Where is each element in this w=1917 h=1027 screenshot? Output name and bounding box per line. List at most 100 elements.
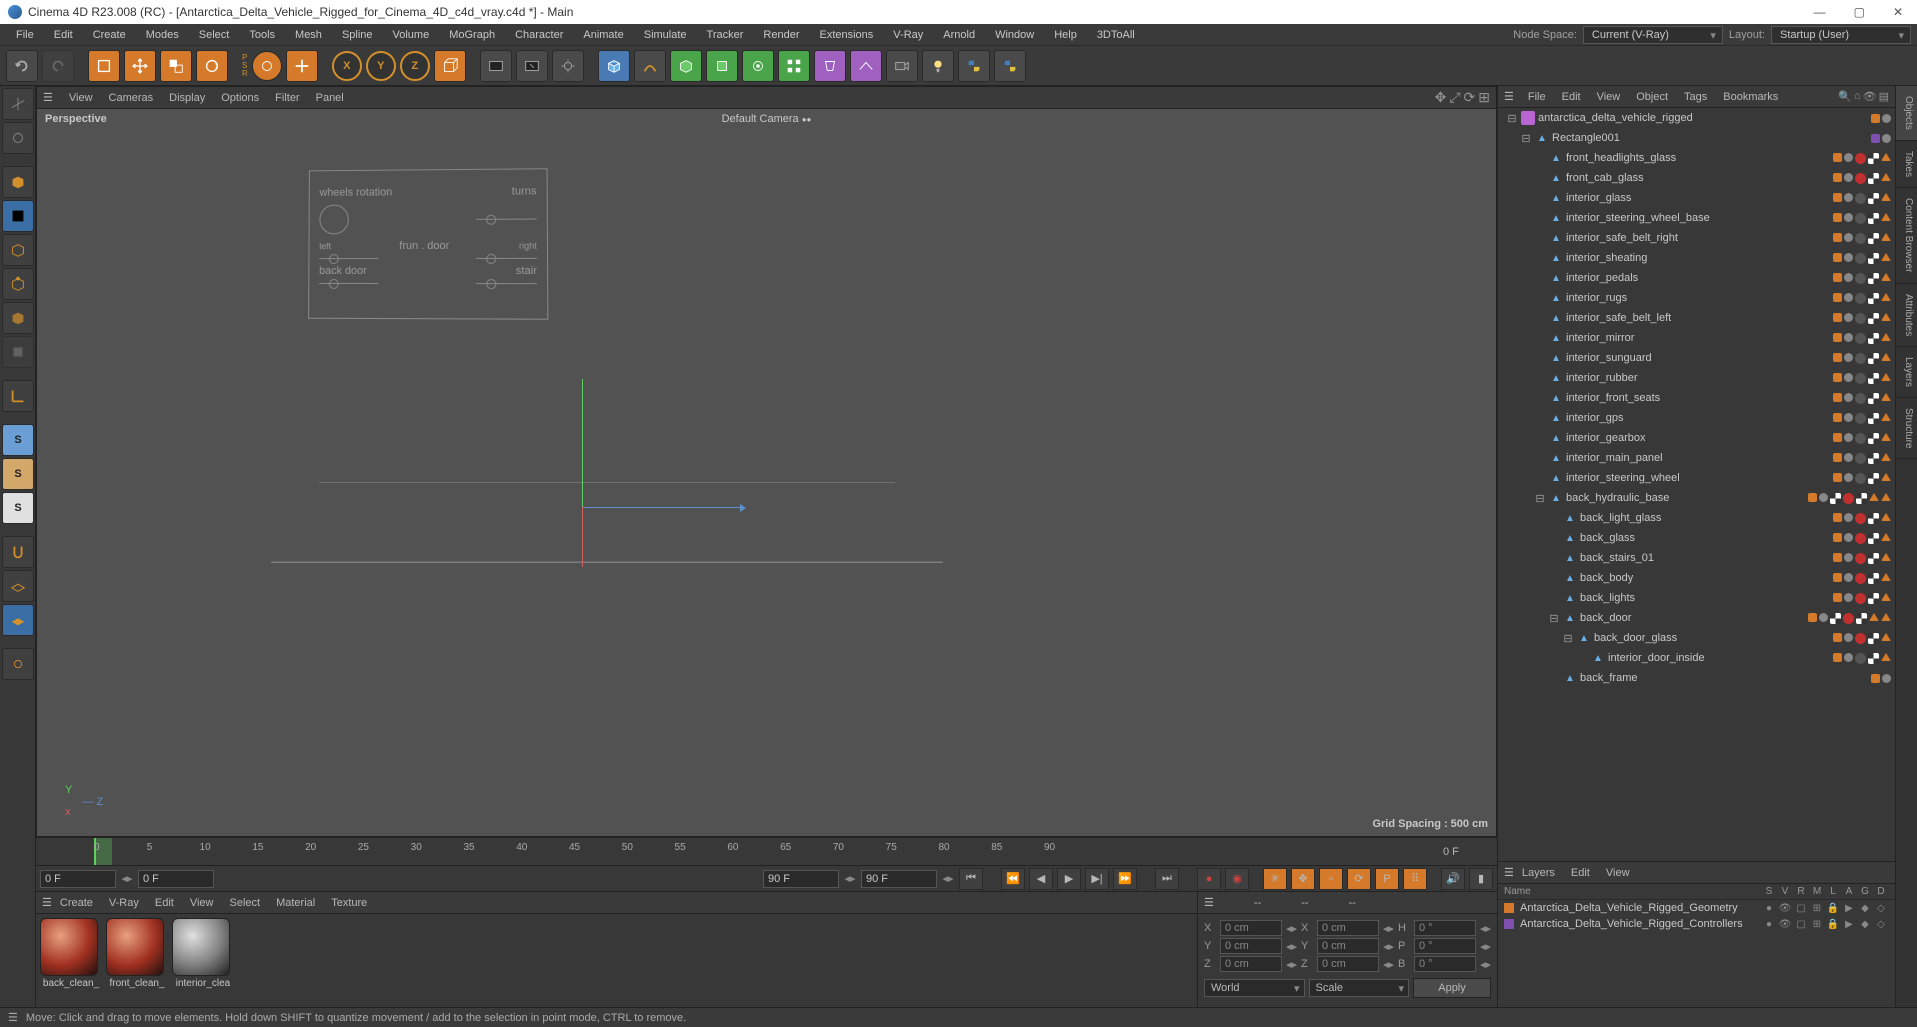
tag-darkgrey-icon[interactable]	[1855, 233, 1866, 244]
tag-orange-icon[interactable]	[1833, 333, 1842, 342]
tree-row[interactable]: ⊟antarctica_delta_vehicle_rigged	[1498, 108, 1895, 128]
side-tab-structure[interactable]: Structure	[1896, 398, 1917, 460]
tag-red-icon[interactable]	[1855, 533, 1866, 544]
coord-field[interactable]: 0 cm	[1317, 920, 1379, 936]
key-rotate-button[interactable]: ⟳	[1347, 868, 1371, 890]
tree-expander-icon[interactable]: ⊟	[1562, 632, 1574, 645]
side-tab-takes[interactable]: Takes	[1896, 141, 1917, 188]
minimize-button[interactable]: —	[1814, 5, 1826, 19]
tag-grey-icon[interactable]	[1882, 134, 1891, 143]
tree-row[interactable]: ▲interior_pedals	[1498, 268, 1895, 288]
tag-check-icon[interactable]	[1868, 253, 1879, 264]
tag-check-icon[interactable]	[1868, 233, 1879, 244]
tag-tri-icon[interactable]	[1881, 193, 1891, 201]
tag-tri-icon[interactable]	[1881, 313, 1891, 321]
python-script-button[interactable]	[994, 50, 1026, 82]
vp-menu-filter[interactable]: Filter	[267, 90, 307, 106]
tag-grey-icon[interactable]	[1844, 313, 1853, 322]
tag-tri-icon[interactable]	[1881, 453, 1891, 461]
objects-hamburger-icon[interactable]: ☰	[1504, 90, 1514, 103]
tag-darkgrey-icon[interactable]	[1855, 353, 1866, 364]
key-options-button[interactable]: ✳	[1263, 868, 1287, 890]
viewport-solo-sw-button[interactable]: S	[2, 492, 34, 524]
material-item[interactable]: front_clean_	[106, 918, 168, 1003]
tag-orange-icon[interactable]	[1833, 273, 1842, 282]
extra-button[interactable]	[2, 648, 34, 680]
side-tab-attributes[interactable]: Attributes	[1896, 284, 1917, 347]
menu-file[interactable]: File	[6, 26, 44, 44]
workplane-mode-button[interactable]	[2, 234, 34, 266]
tag-tri-icon[interactable]	[1881, 273, 1891, 281]
key-pla-button[interactable]: ⠿	[1403, 868, 1427, 890]
tag-grey-icon[interactable]	[1844, 433, 1853, 442]
tag-grey-icon[interactable]	[1844, 533, 1853, 542]
tag-grey-icon[interactable]	[1844, 633, 1853, 642]
viewport-perspective[interactable]: Perspective Default Camera ●● Grid Spaci…	[37, 109, 1496, 836]
menu-create[interactable]: Create	[83, 26, 136, 44]
tag-orange-icon[interactable]	[1833, 293, 1842, 302]
next-frame-button[interactable]: ▶|	[1085, 868, 1109, 890]
tag-check-icon[interactable]	[1868, 553, 1879, 564]
layout-dropdown[interactable]: Startup (User)	[1771, 26, 1911, 44]
menu-tools[interactable]: Tools	[239, 26, 285, 44]
viewport-layout-icon[interactable]: ⊞	[1478, 89, 1490, 106]
filter-icon[interactable]: ▤	[1879, 90, 1889, 103]
menu-volume[interactable]: Volume	[383, 26, 440, 44]
side-tab-objects[interactable]: Objects	[1896, 86, 1917, 141]
live-select-button[interactable]	[88, 50, 120, 82]
range-end-field[interactable]: 90 F	[763, 870, 839, 888]
tag-grey-icon[interactable]	[1844, 553, 1853, 562]
menu-window[interactable]: Window	[985, 26, 1044, 44]
tag-grey-icon[interactable]	[1844, 273, 1853, 282]
layer-toggle-icon[interactable]: 👁	[1777, 903, 1793, 914]
tag-check-icon[interactable]	[1868, 153, 1879, 164]
y-axis-button[interactable]: Y	[366, 51, 396, 81]
tag-check-icon[interactable]	[1868, 373, 1879, 384]
tag-red-icon[interactable]	[1843, 493, 1854, 504]
layer-toggle-icon[interactable]: ⊞	[1809, 903, 1825, 914]
tag-grey-icon[interactable]	[1844, 513, 1853, 522]
tag-tri-icon[interactable]	[1881, 153, 1891, 161]
mat-menu-v-ray[interactable]: V-Ray	[101, 895, 147, 911]
texture-mode-button[interactable]	[2, 200, 34, 232]
viewport-solo-sy-button[interactable]: S	[2, 458, 34, 490]
mat-menu-select[interactable]: Select	[222, 895, 269, 911]
tag-tri-icon[interactable]	[1881, 493, 1891, 501]
obj-menu-object[interactable]: Object	[1628, 89, 1676, 105]
key-scale-button[interactable]: ▫	[1319, 868, 1343, 890]
tag-check-icon[interactable]	[1868, 453, 1879, 464]
coord-mode-dropdown[interactable]: Scale	[1309, 979, 1410, 997]
tag-grey-icon[interactable]	[1844, 293, 1853, 302]
coord-field[interactable]: 0 cm	[1220, 956, 1282, 972]
prev-frame-button[interactable]: ◀	[1029, 868, 1053, 890]
tag-grey-icon[interactable]	[1844, 413, 1853, 422]
spline-pen-button[interactable]	[634, 50, 666, 82]
material-hamburger-icon[interactable]: ☰	[42, 896, 52, 909]
mat-menu-create[interactable]: Create	[52, 895, 101, 911]
tag-grey-icon[interactable]	[1844, 253, 1853, 262]
layer-toggle-icon[interactable]: ▢	[1793, 903, 1809, 914]
key-param-button[interactable]: P	[1375, 868, 1399, 890]
tag-grey-icon[interactable]	[1844, 153, 1853, 162]
layer-toggle-icon[interactable]: 🔒	[1825, 919, 1841, 930]
tag-orange-icon[interactable]	[1833, 173, 1842, 182]
layer-toggle-icon[interactable]: ▶	[1841, 903, 1857, 914]
coord-field[interactable]: 0 cm	[1317, 938, 1379, 954]
tag-check-icon[interactable]	[1856, 613, 1867, 624]
tree-row[interactable]: ▲front_cab_glass	[1498, 168, 1895, 188]
mat-menu-edit[interactable]: Edit	[147, 895, 182, 911]
menu-mograph[interactable]: MoGraph	[439, 26, 505, 44]
tag-orange-icon[interactable]	[1833, 553, 1842, 562]
tag-tri-icon[interactable]	[1881, 613, 1891, 621]
tree-row[interactable]: ▲interior_sunguard	[1498, 348, 1895, 368]
tag-check-icon[interactable]	[1868, 573, 1879, 584]
viewport-hamburger-icon[interactable]: ☰	[43, 91, 53, 104]
menu-3dtoall[interactable]: 3DToAll	[1087, 26, 1145, 44]
tag-check-icon[interactable]	[1868, 393, 1879, 404]
tag-orange-icon[interactable]	[1871, 674, 1880, 683]
generator-button[interactable]	[670, 50, 702, 82]
spin-icon[interactable]: ◂▸	[941, 872, 955, 885]
layer-toggle-icon[interactable]: ◇	[1873, 903, 1889, 914]
tag-grey-icon[interactable]	[1844, 573, 1853, 582]
node-space-dropdown[interactable]: Current (V-Ray)	[1583, 26, 1723, 44]
